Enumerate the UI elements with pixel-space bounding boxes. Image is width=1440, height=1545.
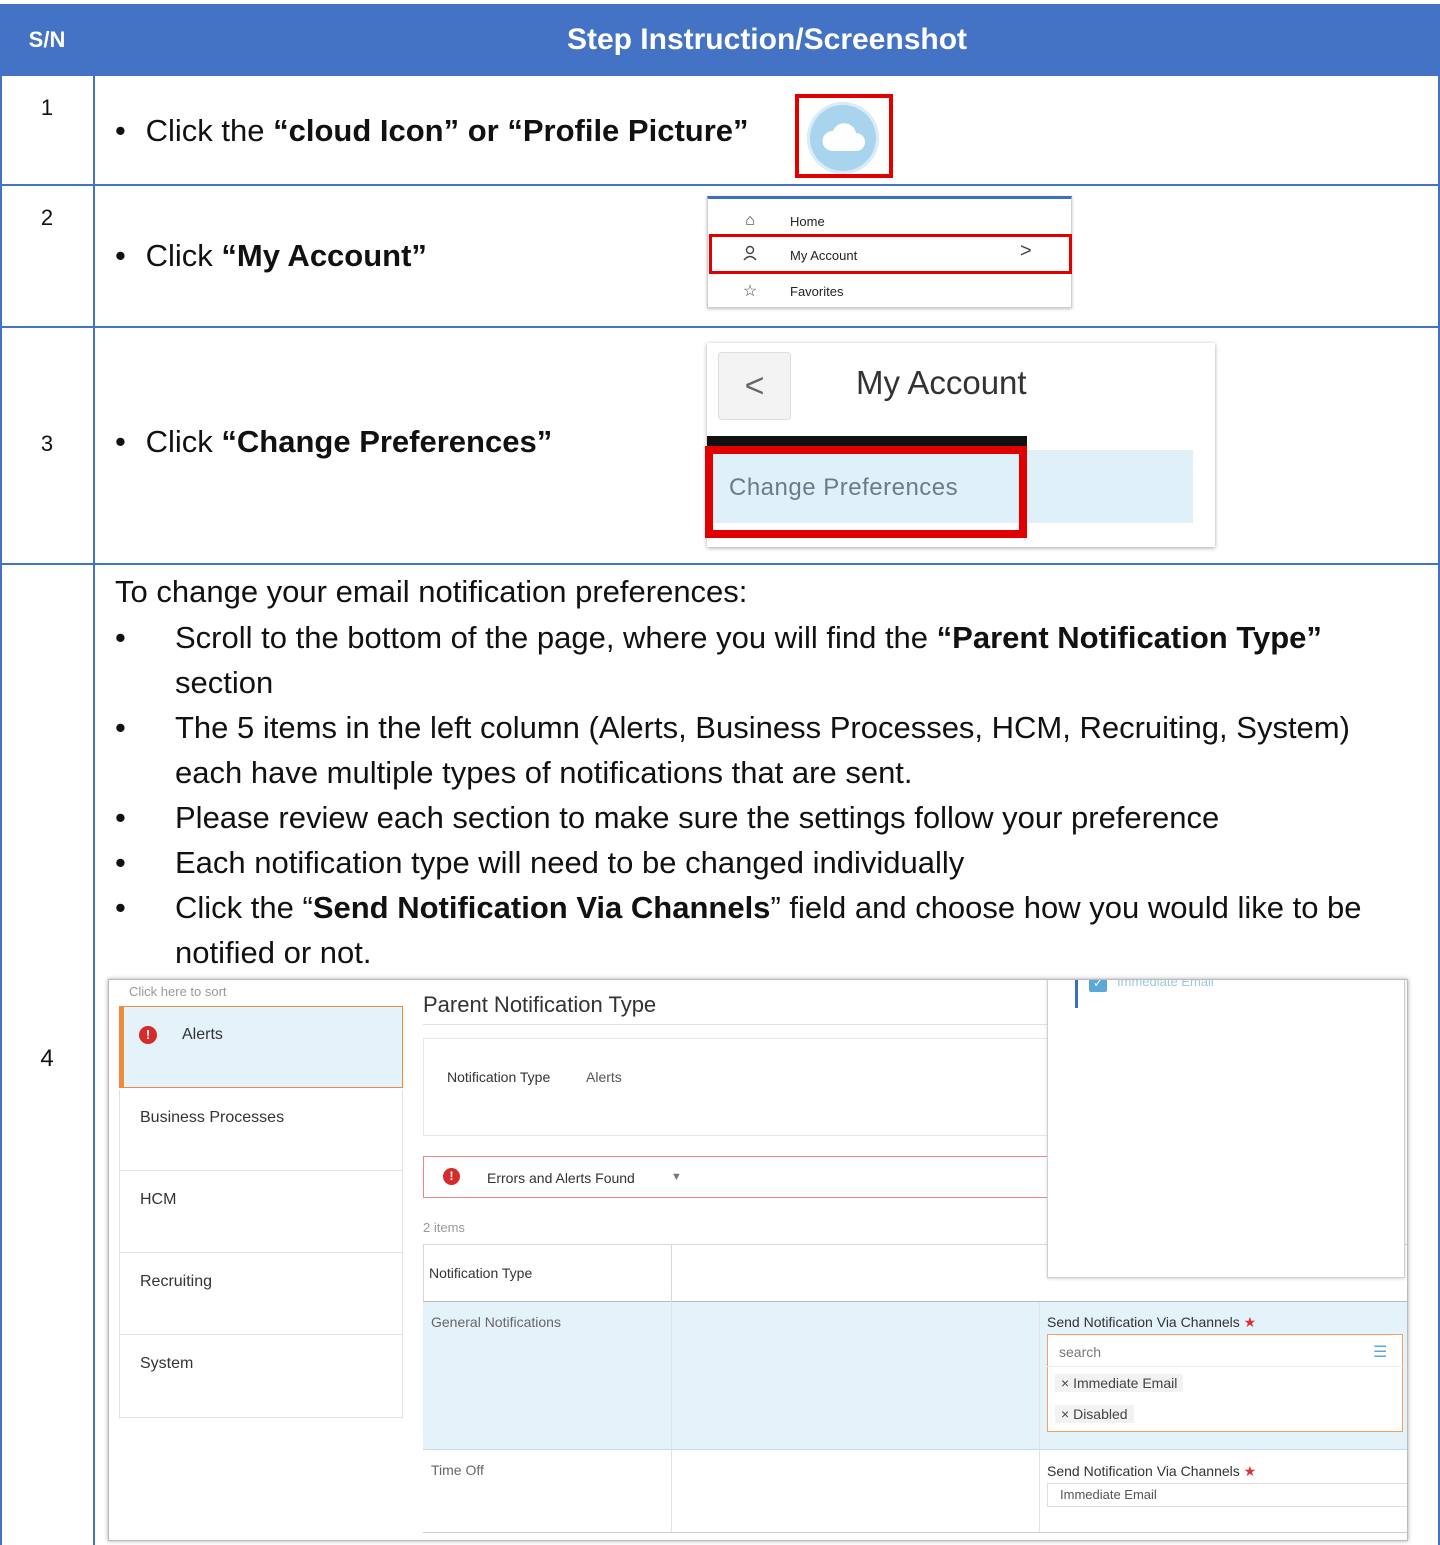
step-number: 4	[40, 1045, 54, 1072]
channel-pill[interactable]: × Disabled	[1055, 1405, 1134, 1423]
side-item-recruiting[interactable]: Recruiting	[140, 1273, 212, 1291]
menu-item-favorites[interactable]: ☆ Favorites	[707, 274, 1072, 308]
divider	[1047, 1366, 1403, 1367]
notification-type-label: Notification Type	[447, 1069, 551, 1085]
sort-hint[interactable]: Click here to sort	[129, 984, 227, 999]
search-input[interactable]: search	[1059, 1344, 1101, 1360]
channels-label: Send Notification Via Channels ★	[1047, 1463, 1257, 1479]
side-item-business-processes[interactable]: Business Processes	[140, 1109, 284, 1127]
divider	[1039, 1302, 1040, 1532]
chevron-right-icon: >	[1020, 240, 1032, 262]
channel-pill[interactable]: × Immediate Email	[1055, 1374, 1184, 1392]
cloud-icon	[822, 123, 865, 151]
step-1-instruction: • Click the “cloud Icon” or “Profile Pic…	[115, 113, 749, 148]
close-icon: ×	[1061, 1406, 1070, 1422]
close-icon: ×	[1061, 1375, 1070, 1391]
row-divider	[0, 326, 1440, 328]
side-item-system[interactable]: System	[140, 1355, 193, 1373]
instruction-column-header: Step Instruction/Screenshot	[566, 23, 968, 56]
channels-label: Send Notification Via Channels ★	[1047, 1314, 1257, 1330]
star-icon: ☆	[742, 283, 758, 300]
profile-picture[interactable]	[807, 102, 879, 174]
chevron-left-icon: <	[744, 366, 765, 405]
list-icon[interactable]: ☰	[1373, 1342, 1387, 1362]
side-item-alerts[interactable]	[119, 1006, 403, 1088]
errors-label: Errors and Alerts Found	[487, 1170, 635, 1186]
alert-icon: !	[139, 1026, 157, 1044]
side-item-hcm[interactable]: HCM	[140, 1191, 176, 1209]
notification-type-value: Alerts	[586, 1069, 622, 1085]
items-count: 2 items	[423, 1220, 465, 1235]
back-button[interactable]: <	[718, 352, 791, 420]
divider	[119, 1252, 403, 1253]
panel-title: Parent Notification Type	[423, 992, 657, 1017]
table-column-divider	[93, 76, 95, 1545]
divider	[119, 1334, 403, 1335]
step-number: 1	[40, 95, 54, 120]
step-2-instruction: • Click “My Account”	[115, 238, 427, 273]
divider	[671, 1302, 672, 1450]
row-label: Time Off	[431, 1462, 484, 1478]
step-4-bullet: • Please review each section to make sur…	[115, 800, 1220, 835]
column-header: Notification Type	[429, 1265, 533, 1281]
notification-preferences-screenshot: Click here to sort ! Alerts Business Pro…	[108, 979, 1408, 1541]
menu-item-home[interactable]: ⌂ Home	[707, 204, 1072, 238]
notification-type-card	[423, 1038, 1049, 1136]
step-3-instruction: • Click “Change Preferences”	[115, 424, 553, 459]
channels-dropdown	[1047, 980, 1405, 1278]
sn-column-header: S/N	[28, 27, 66, 52]
dropdown-option[interactable]: Immediate Email	[1117, 980, 1214, 989]
step-4-intro: To change your email notification prefer…	[115, 574, 748, 609]
row-divider	[0, 184, 1440, 186]
step-4-bullet: • Each notification type will need to be…	[115, 845, 965, 880]
divider	[423, 1532, 1407, 1533]
caret-down-icon[interactable]: ▼	[671, 1171, 682, 1183]
step-4-bullet: • Scroll to the bottom of the page, wher…	[115, 620, 1322, 700]
menu-item-label: Favorites	[790, 283, 844, 299]
divider	[671, 1244, 672, 1302]
row-label: General Notifications	[431, 1314, 561, 1330]
step-number: 2	[40, 205, 54, 230]
table-border-left	[0, 76, 2, 1545]
step-4-bullet: • The 5 items in the left column (Alerts…	[115, 710, 1350, 790]
row-divider	[0, 563, 1440, 565]
highlight-box	[705, 446, 1027, 538]
divider	[119, 1170, 403, 1171]
my-account-title: My Account	[856, 364, 1027, 401]
menu-item-label: Home	[790, 213, 825, 229]
divider	[423, 1024, 1049, 1025]
side-item-label: Alerts	[182, 1026, 223, 1043]
error-icon: !	[443, 1168, 460, 1185]
channels-field[interactable]: Immediate Email	[1047, 1483, 1407, 1507]
checkbox-icon[interactable]: ✓	[1089, 980, 1107, 992]
divider	[671, 1450, 672, 1532]
highlight-box	[709, 234, 1072, 274]
step-number: 3	[40, 431, 54, 456]
step-4-bullet: • Click the “Send Notification Via Chann…	[115, 890, 1362, 970]
home-icon: ⌂	[745, 212, 755, 229]
dropdown-accent	[1075, 980, 1078, 1008]
